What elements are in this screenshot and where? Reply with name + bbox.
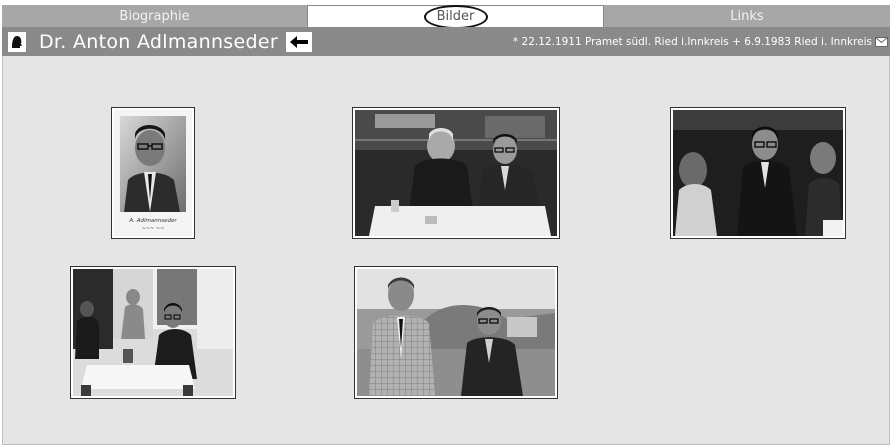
outdoor-photo[interactable]	[354, 266, 558, 399]
room-photo[interactable]	[70, 266, 236, 399]
header-bar: Dr. Anton Adlmannseder * 22.12.1911 Pram…	[2, 27, 890, 56]
tab-label: Biographie	[119, 8, 190, 24]
tab-links[interactable]: Links	[604, 5, 890, 27]
portrait-photo[interactable]: A. Adlmannseder ~~~ ~~	[111, 107, 195, 239]
group-photo[interactable]	[670, 107, 846, 239]
portrait-image: A. Adlmannseder ~~~ ~~	[114, 110, 192, 236]
table-conversation-image	[355, 110, 557, 236]
table-conversation-photo[interactable]	[352, 107, 560, 239]
room-image	[73, 269, 233, 396]
tab-bar: Biographie Bilder Links	[2, 4, 890, 29]
tab-label: Links	[730, 8, 764, 24]
svg-text:~~~ ~~: ~~~ ~~	[142, 226, 165, 232]
svg-text:A. Adlmannseder: A. Adlmannseder	[128, 218, 177, 224]
dates-text: * 22.12.1911 Pramet südl. Ried i.Innkrei…	[512, 35, 872, 48]
back-button[interactable]	[285, 31, 312, 52]
envelope-icon[interactable]	[875, 36, 888, 47]
tab-biographie[interactable]: Biographie	[2, 5, 307, 27]
life-dates: * 22.12.1911 Pramet südl. Ried i.Innkrei…	[513, 36, 888, 48]
tab-label: Bilder	[436, 9, 475, 24]
group-image	[673, 110, 843, 236]
page-title: Dr. Anton Adlmannseder	[39, 30, 278, 53]
outdoor-image	[357, 269, 555, 396]
person-head-icon	[7, 31, 27, 52]
tab-bilder[interactable]: Bilder	[307, 4, 604, 29]
arrow-left-icon	[289, 35, 308, 48]
